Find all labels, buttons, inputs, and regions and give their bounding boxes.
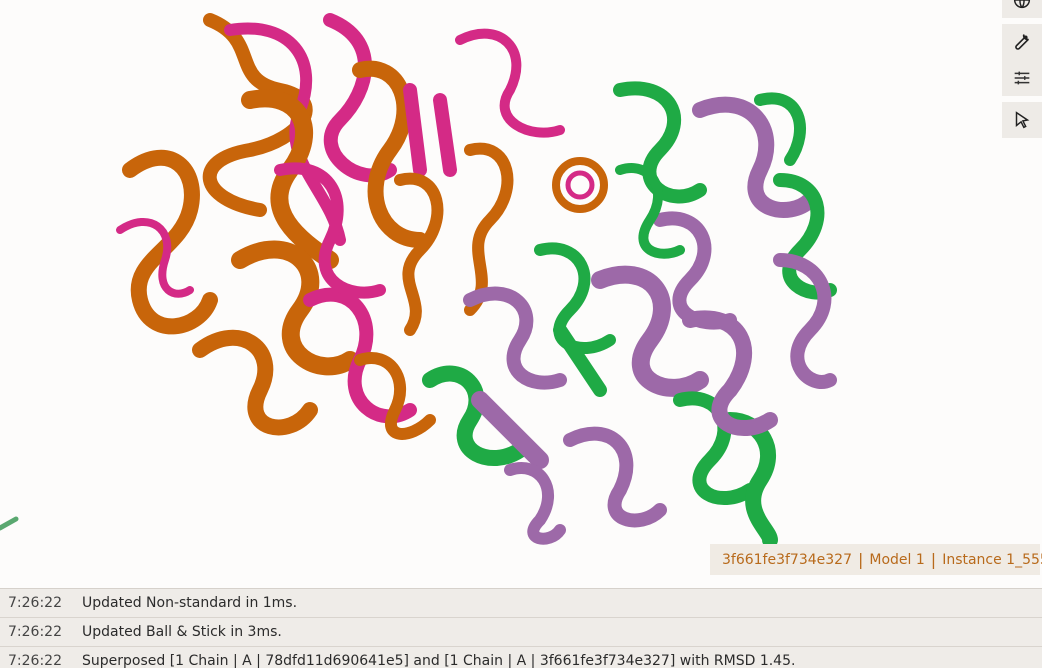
settings-button[interactable] [1002,60,1042,96]
toolbar-group-top [1002,0,1042,18]
entry-id: 3f661fe3f734e327 [722,551,852,568]
globe-icon [1013,0,1031,9]
viewport-toolbar [1002,0,1042,144]
highlight-info-panel: 3f661fe3f734e327 | Model 1 | Instance 1_… [710,544,1042,575]
partial-bond-fragment [0,516,19,531]
instance-label: Instance 1_555 [942,551,1042,568]
help-button[interactable] [1002,0,1042,18]
log-time: 7:26:22 [8,653,62,668]
log-message: Updated Non-standard in 1ms. [82,595,298,611]
log-entry: 7:26:22 Updated Non-standard in 1ms. [0,589,1042,618]
cursor-icon [1015,111,1030,129]
log-entry: 7:26:22 Updated Ball & Stick in 3ms. [0,618,1042,647]
log-message: Superposed [1 Chain | A | 78dfd11d690641… [82,653,796,668]
separator: | [930,550,937,569]
left-domain-ribbons [116,13,608,440]
sliders-icon [1014,71,1030,85]
wrench-icon [1015,34,1030,50]
log-entry: 7:26:22 Superposed [1 Chain | A | 78dfd1… [0,647,1042,668]
log-time: 7:26:22 [8,595,62,611]
log-time: 7:26:22 [8,624,62,640]
select-button[interactable] [1002,102,1042,138]
protein-structure-canvas[interactable] [0,0,1042,588]
toolbar-group-select [1002,102,1042,138]
log-message: Updated Ball & Stick in 3ms. [82,624,282,640]
separator: | [858,550,864,569]
toolbar-group-tools [1002,24,1042,96]
build-button[interactable] [1002,24,1042,60]
3d-viewport[interactable]: 3f661fe3f734e327 | Model 1 | Instance 1_… [0,0,1042,588]
log-panel: 7:26:22 Updated Non-standard in 1ms. 7:2… [0,588,1042,668]
model-label: Model 1 [869,551,925,568]
